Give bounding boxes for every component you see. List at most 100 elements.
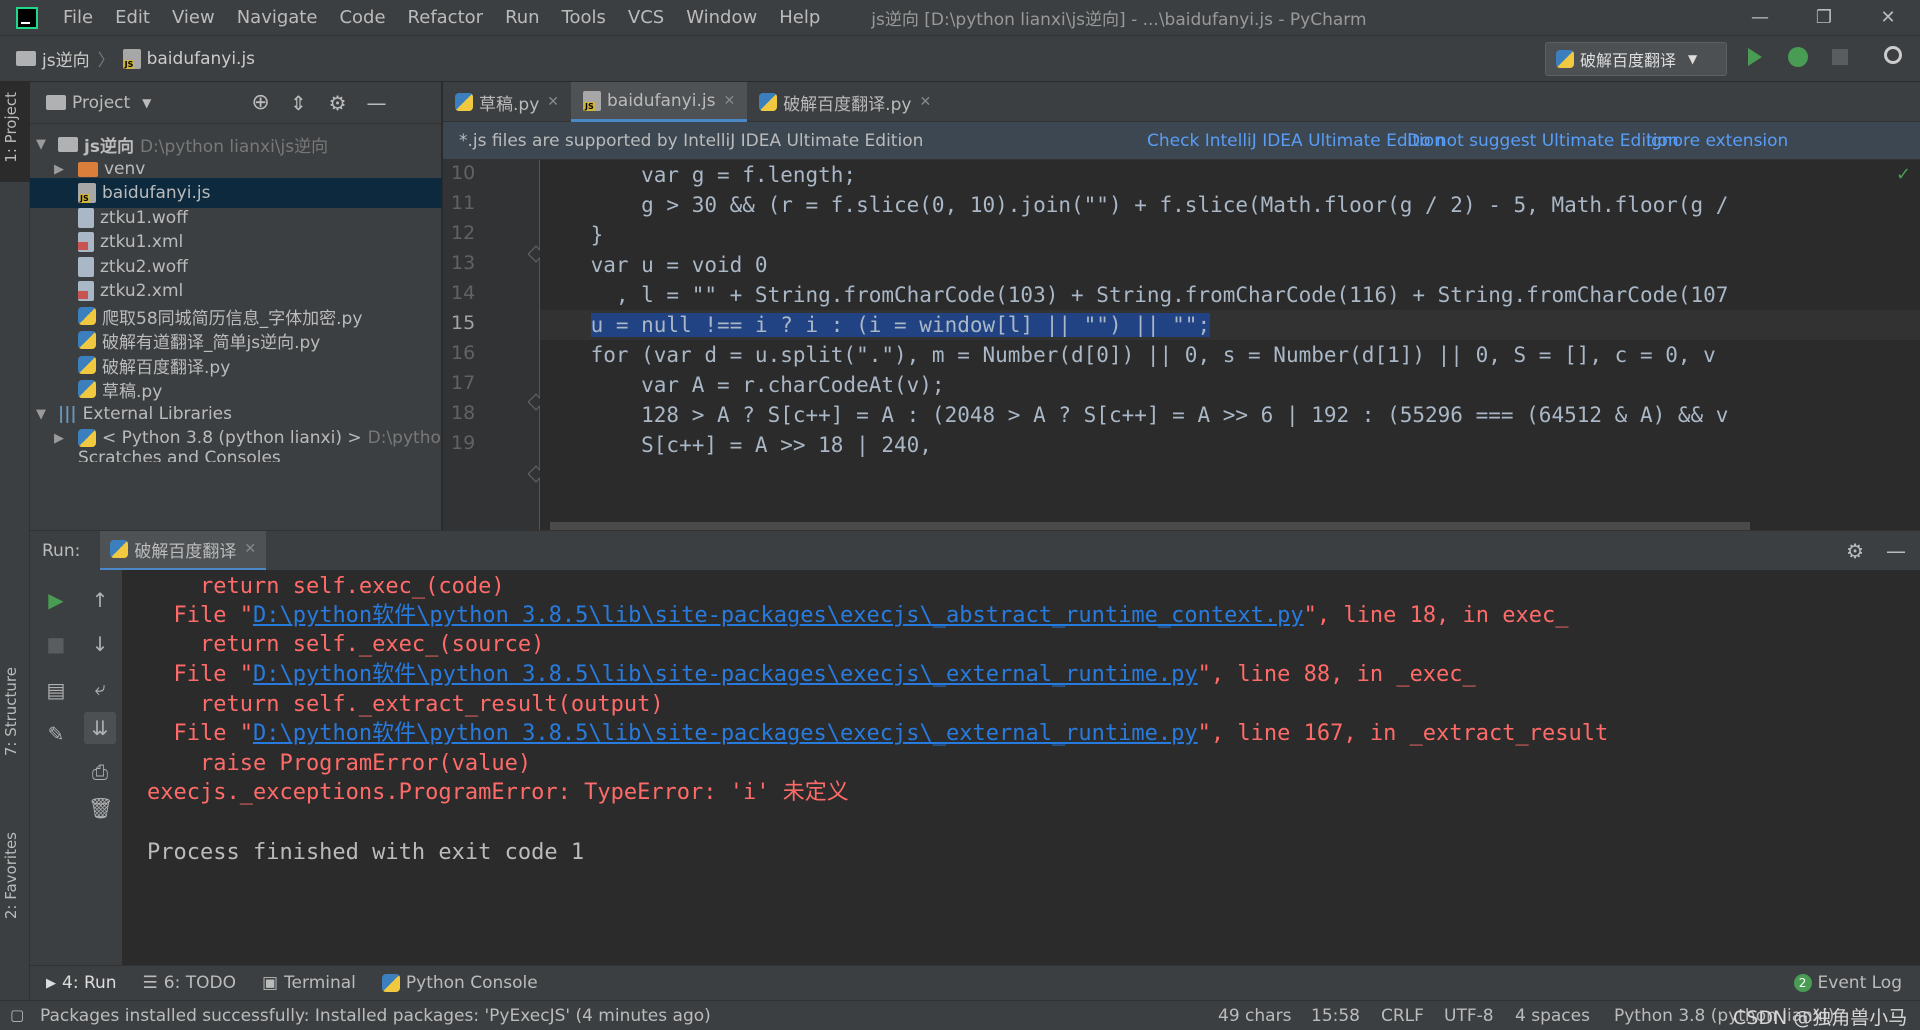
close-tab-icon[interactable]: ✕ [244,541,256,557]
menu-code[interactable]: Code [328,7,396,28]
tool-tab-label: 4: Run [62,973,117,993]
status-chars: 49 chars [1218,1006,1292,1026]
breadcrumb-file[interactable]: baidufanyi.js [147,49,255,69]
tool-tab-label: Event Log [1817,973,1902,993]
stop-icon[interactable] [1832,49,1848,65]
collapsed-arrow-icon: ▶ [54,161,64,177]
trash-icon[interactable]: 🗑 [88,796,113,820]
locate-icon[interactable]: ⊕ [251,90,269,115]
tree-item-label: ztku1.xml [100,232,184,252]
tree-item-label: Scratches and Consoles [78,448,281,462]
todo-tool-tab[interactable]: ☰ 6: TODO [143,973,236,993]
line-number: 16 [451,342,476,364]
menu-tools[interactable]: Tools [551,7,617,28]
tab-draft-py[interactable]: 草稿.py ✕ [443,82,571,122]
console-file-link[interactable]: D:\python软件\python 3.8.5\lib\site-packag… [253,721,1198,746]
console-file-link[interactable]: D:\python软件\python 3.8.5\lib\site-packag… [253,662,1198,687]
run-toolbar: ▶ ■ ▤ ✎ ↑ ↓ ⤶ ⇊ ⎙ 🗑 [30,570,122,965]
pin-icon[interactable]: ✎ [44,722,68,746]
status-encoding[interactable]: UTF-8 [1444,1006,1494,1026]
menu-view[interactable]: View [161,7,226,28]
stop-icon[interactable]: ■ [44,632,68,656]
status-line-separator[interactable]: CRLF [1381,1006,1424,1026]
run-config-selector[interactable]: 破解百度翻译 ▼ [1545,42,1727,76]
breadcrumb-separator-icon: 〉 [97,51,115,71]
console-file-link[interactable]: D:\python软件\python 3.8.5\lib\site-packag… [253,603,1304,628]
project-view-icon [46,95,66,110]
title-bar: File Edit View Navigate Code Refactor Ru… [0,0,1920,36]
tab-baidufanyi-js[interactable]: baidufanyi.js ✕ [571,82,748,122]
status-toggle-icon[interactable]: ▢ [10,1006,24,1024]
favorites-tool-tab[interactable]: 2: Favorites [2,832,20,919]
banner-text: *.js files are supported by IntelliJ IDE… [459,130,924,151]
code-editor[interactable]: var g = f.length; g > 30 && (r = f.slice… [540,160,1920,530]
hide-panel-icon[interactable]: — [367,91,387,115]
status-indent[interactable]: 4 spaces [1515,1006,1590,1026]
close-button[interactable]: ✕ [1856,0,1920,36]
tree-item-path: D:\pytho [367,428,441,448]
menu-edit[interactable]: Edit [104,7,161,28]
close-tab-icon[interactable]: ✕ [547,94,559,110]
menu-help[interactable]: Help [768,7,831,28]
terminal-tool-tab[interactable]: ▣ Terminal [262,973,356,993]
tree-root-name: js逆向 [84,136,134,157]
python-console-tool-tab[interactable]: Python Console [381,973,538,993]
run-icon[interactable] [1748,48,1762,66]
event-log-tool-tab[interactable]: 2 Event Log [1793,973,1902,993]
hide-panel-icon[interactable]: — [1886,539,1906,563]
scroll-down-icon[interactable]: ↓ [88,632,112,656]
line-number: 19 [451,432,476,454]
selected-code: u = null !== i ? i : (i = window[l] || "… [590,313,1211,337]
tab-baidu-py[interactable]: 破解百度翻译.py ✕ [747,82,943,122]
menu-run[interactable]: Run [494,7,551,28]
soft-wrap-icon[interactable]: ⤶ [88,676,112,700]
run-console[interactable]: return self.exec_(code) File "D:\python软… [122,570,1920,965]
code-line: } [540,223,604,247]
chevron-down-icon[interactable]: ▼ [142,96,151,110]
banner-do-not-suggest-link[interactable]: Do not suggest Ultimate Edition [1407,131,1679,151]
console-exit-line: Process finished with exit code 1 [147,840,585,865]
status-message[interactable]: Packages installed successfully: Install… [40,1006,711,1026]
console-line: File "D:\python软件\python 3.8.5\lib\site-… [147,601,1568,631]
search-icon[interactable] [1884,46,1902,64]
project-tool-tab[interactable]: 1: Project [2,92,20,163]
project-panel-header: Project ▼ ⊕ ⇕ ⚙ — [30,82,441,124]
menu-refactor[interactable]: Refactor [397,7,495,28]
layout-icon[interactable]: ▤ [44,678,68,702]
line-number: 17 [451,372,476,394]
tree-item-label: 破解有道翻译_简单js逆向.py [102,332,321,353]
scroll-to-end-icon[interactable]: ⇊ [84,712,116,744]
code-line: var u = void 0 [540,253,768,277]
gear-icon[interactable]: ⚙ [329,91,347,115]
tool-tab-label: Terminal [284,973,356,993]
breadcrumb-project[interactable]: js逆向 [42,46,90,71]
minimize-button[interactable]: — [1728,0,1792,36]
code-line: for (var d = u.split("."), m = Number(d[… [540,343,1716,367]
maximize-button[interactable]: ❐ [1792,0,1856,36]
banner-ignore-extension-link[interactable]: Ignore extension [1646,131,1788,151]
debug-icon[interactable] [1788,47,1808,67]
rerun-icon[interactable]: ▶ [44,588,68,612]
collapse-all-icon[interactable]: ⇕ [290,91,307,115]
close-tab-icon[interactable]: ✕ [919,94,931,110]
python-icon [110,540,129,558]
menu-navigate[interactable]: Navigate [226,7,329,28]
banner-check-ultimate-link[interactable]: Check IntelliJ IDEA Ultimate Edition [1147,131,1445,151]
menu-vcs[interactable]: VCS [617,7,675,28]
project-view-label[interactable]: Project [72,93,130,113]
menu-window[interactable]: Window [675,7,768,28]
run-tool-tab[interactable]: ▶ 4: Run [46,973,117,993]
print-icon[interactable]: ⎙ [88,760,112,784]
run-tab[interactable]: 破解百度翻译 ✕ [100,530,267,571]
expanded-arrow-icon: ▼ [36,136,46,152]
status-position[interactable]: 15:58 [1311,1006,1360,1026]
structure-tool-tab[interactable]: 7: Structure [2,667,20,756]
editor-horizontal-scrollbar[interactable] [550,522,1750,530]
tree-scratches[interactable]: Scratches and Consoles [30,448,442,462]
close-tab-icon[interactable]: ✕ [723,93,735,109]
menu-file[interactable]: File [52,7,104,28]
gear-icon[interactable]: ⚙ [1846,539,1864,563]
line-number: 15 [451,312,476,334]
scroll-up-icon[interactable]: ↑ [88,588,112,612]
line-number: 12 [451,222,476,244]
